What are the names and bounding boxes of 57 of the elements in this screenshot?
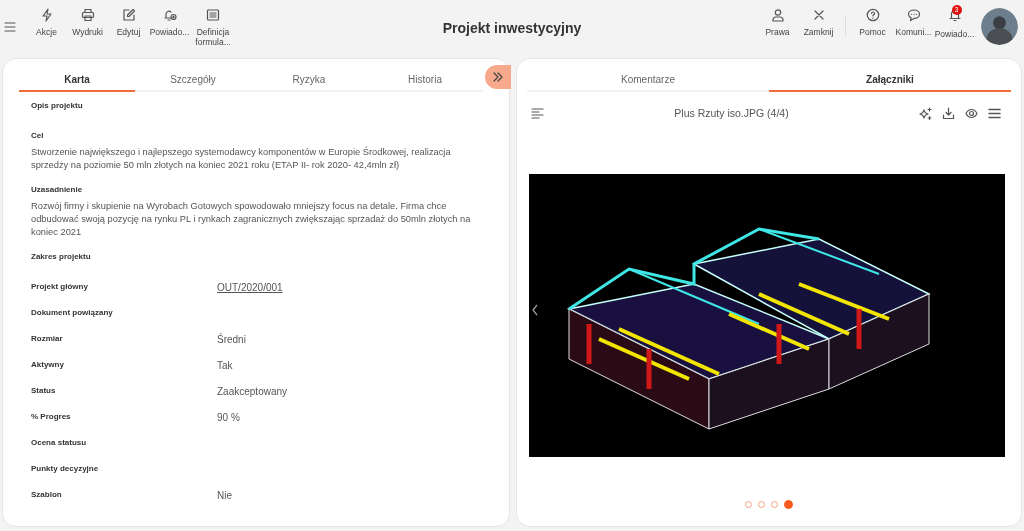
page-dot[interactable] — [784, 500, 793, 509]
expand-button[interactable] — [485, 65, 511, 89]
toolbar-button[interactable]: Definicja formula... — [190, 6, 236, 47]
tab[interactable]: Szczegóły — [135, 69, 251, 92]
field-value: 90 % — [217, 412, 240, 423]
download-icon[interactable] — [942, 106, 955, 120]
field-label: Rozmiar — [31, 334, 64, 343]
toolbar-button[interactable]: Komuni... — [893, 6, 934, 37]
field-label: Status — [31, 386, 57, 395]
field-label: Szablon — [31, 490, 63, 499]
field-label: Zakres projektu — [31, 252, 92, 261]
form-icon — [206, 8, 220, 22]
page-dot[interactable] — [758, 501, 765, 508]
page-dot[interactable] — [745, 501, 752, 508]
field-label: Cel — [31, 131, 45, 140]
field-value: Stworzenie największego i najlepszego systemodawcy komponentów w Europie Środkowej, realizacja sprzedży na poziomie 50 mln złotych na koniec 2021 roku (ETAP II- rok 2020- 42,4mln zł) — [31, 146, 452, 172]
field-label: Ocena statusu — [31, 438, 88, 447]
toolbar-button[interactable]: Wydruki — [67, 6, 108, 47]
field-label: Punkty decyzyjne — [31, 464, 100, 473]
person-icon — [770, 8, 785, 22]
field-value: Rozwój firmy i skupienie na Wyrobach Gotowych spowodowało mniejszy focus na detale. Firma chce odbudować swoją pozycję na rynku PL i rynkach zagranicznych zwiększając sprzadaż do 50mln złotych na koniec 2021 — [31, 200, 472, 239]
toolbar-button[interactable]: Akcje — [26, 6, 67, 47]
field-value: Średni — [217, 334, 246, 345]
field-label: % Progres — [31, 412, 72, 421]
toolbar-button[interactable]: Edytuj — [108, 6, 149, 47]
tab[interactable]: Komentarze — [527, 69, 769, 92]
window-title: Projekt inwestycyjny — [442, 20, 582, 36]
eye-icon[interactable] — [965, 106, 978, 120]
toolbar-button[interactable]: Prawa — [757, 6, 798, 37]
field-label: Dokument powiązany — [31, 308, 114, 317]
printer-icon — [80, 8, 95, 22]
edit-icon — [121, 8, 136, 22]
toolbar-button[interactable]: Powiado... — [149, 6, 190, 47]
menu-icon[interactable] — [988, 106, 1001, 120]
tab[interactable]: Historia — [367, 69, 483, 92]
field-label: Aktywny — [31, 360, 65, 369]
field-label: Projekt główny — [31, 282, 89, 291]
bell-plus-icon — [162, 8, 177, 22]
page-dot[interactable] — [771, 501, 778, 508]
chat-icon — [906, 8, 921, 22]
help-icon — [865, 8, 880, 22]
chevron-left-icon[interactable] — [531, 304, 539, 316]
chevrons-right-icon — [492, 72, 504, 82]
tab[interactable]: Karta — [19, 69, 135, 92]
sparkle-icon[interactable] — [919, 106, 932, 120]
tab[interactable]: Ryzyka — [251, 69, 367, 92]
field-label: Opis projektu — [31, 101, 84, 110]
file-name: Plus Rzuty iso.JPG (4/4) — [673, 107, 790, 119]
link[interactable]: OUT/2020/001 — [217, 282, 283, 293]
field-value: Zaakceptowany — [217, 386, 288, 397]
toolbar-button[interactable]: Pomoc — [852, 6, 893, 37]
field-value: Tak — [217, 360, 233, 371]
field-label: Uzasadnienie — [31, 185, 84, 194]
tab[interactable]: Załączniki — [769, 69, 1011, 92]
avatar[interactable] — [981, 8, 1018, 45]
field-value: Nie — [217, 490, 232, 501]
toolbar-button[interactable]: Zamknij — [798, 6, 839, 37]
